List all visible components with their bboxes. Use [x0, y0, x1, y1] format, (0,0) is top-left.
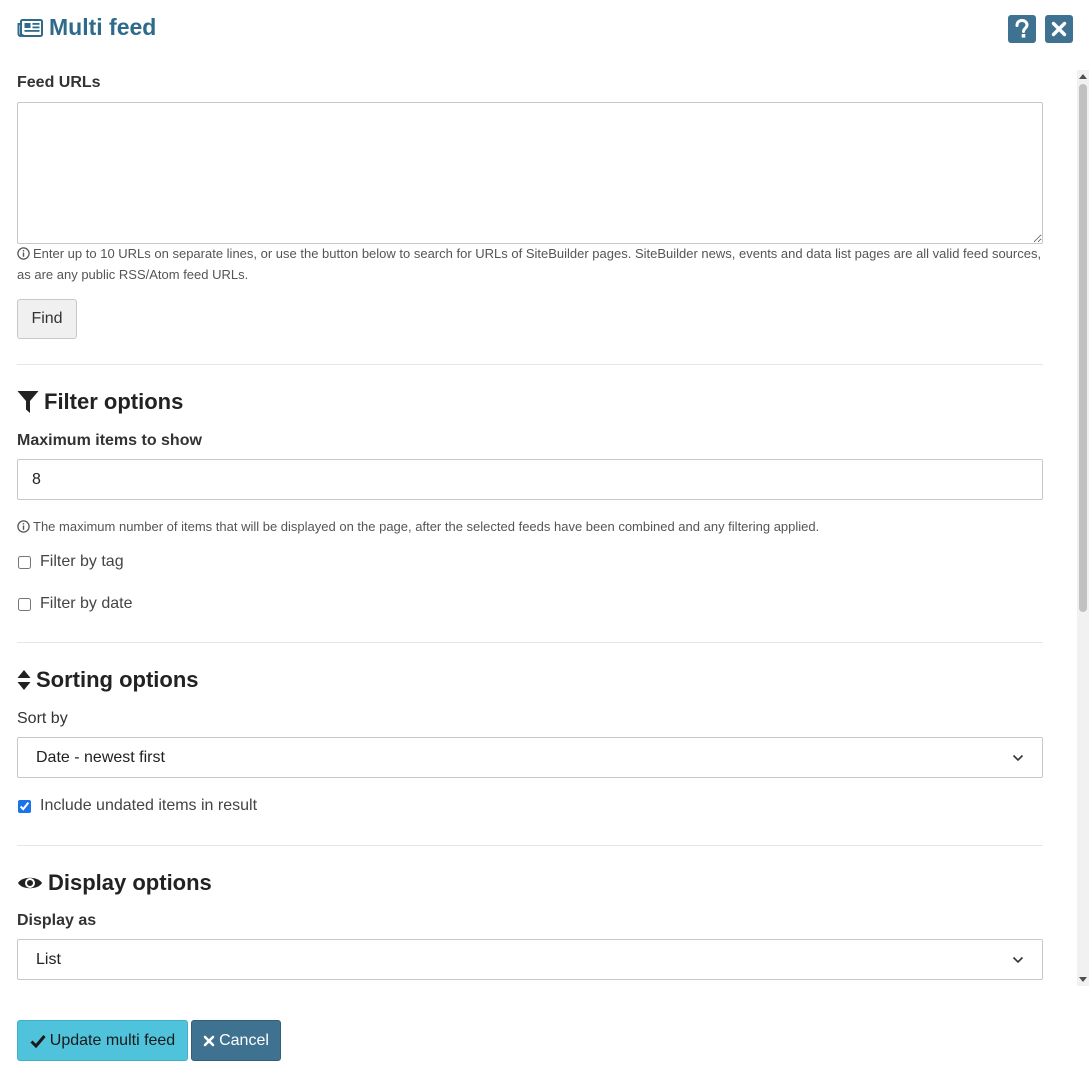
- display-as-select[interactable]: List: [17, 939, 1043, 980]
- max-items-label: Maximum items to show: [17, 432, 202, 449]
- display-as-label: Display as: [17, 912, 97, 929]
- check-icon: [30, 1034, 46, 1048]
- sort-by-select[interactable]: Date - newest first: [17, 737, 1043, 778]
- section-divider: [17, 845, 1043, 846]
- info-icon: [17, 247, 30, 260]
- cancel-label: Cancel: [219, 1031, 269, 1049]
- filter-icon: [17, 391, 39, 413]
- dialog-header: Multi feed: [0, 0, 1089, 60]
- sorting-options-title: Sorting options: [36, 667, 199, 692]
- feed-urls-textarea[interactable]: [17, 102, 1043, 244]
- section-divider: [17, 364, 1043, 365]
- sorting-options-heading: Sorting options: [17, 667, 199, 693]
- chevron-down-icon: [1012, 754, 1024, 761]
- filter-by-date-label: Filter by date: [40, 595, 133, 612]
- include-undated-checkbox[interactable]: [18, 799, 31, 813]
- feed-urls-help-text: Enter up to 10 URLs on separate lines, o…: [17, 246, 1042, 282]
- close-button[interactable]: [1045, 15, 1073, 43]
- include-undated-row[interactable]: Include undated items in result: [17, 797, 257, 815]
- include-undated-label: Include undated items in result: [40, 797, 258, 814]
- newspaper-icon: [17, 18, 43, 37]
- question-icon: [1015, 19, 1029, 38]
- dialog-body: Feed URLs Enter up to 10 URLs on separat…: [0, 70, 1089, 986]
- feed-urls-label: Feed URLs: [17, 74, 101, 91]
- display-options-heading: Display options: [17, 870, 212, 896]
- dialog-title-text: Multi feed: [49, 14, 157, 40]
- close-icon: [1051, 21, 1067, 37]
- scroll-up-arrow[interactable]: [1079, 74, 1087, 79]
- sort-icon: [17, 670, 31, 690]
- info-icon: [17, 520, 30, 533]
- dialog-title: Multi feed: [17, 14, 156, 41]
- chevron-down-icon: [1012, 956, 1024, 963]
- filter-by-date-row[interactable]: Filter by date: [17, 595, 132, 613]
- display-as-value: List: [36, 950, 61, 968]
- filter-options-heading: Filter options: [17, 389, 183, 415]
- filter-by-tag-checkbox[interactable]: [18, 555, 31, 569]
- scroll-down-arrow[interactable]: [1079, 977, 1087, 982]
- filter-by-tag-label: Filter by tag: [40, 553, 124, 570]
- filter-by-tag-row[interactable]: Filter by tag: [17, 553, 124, 571]
- filter-options-title: Filter options: [44, 389, 184, 414]
- help-button[interactable]: [1008, 15, 1036, 43]
- sort-by-value: Date - newest first: [36, 748, 165, 766]
- cancel-button[interactable]: Cancel: [191, 1020, 281, 1061]
- max-items-input[interactable]: [17, 459, 1043, 500]
- update-multi-feed-label: Update multi feed: [49, 1031, 176, 1049]
- close-icon: [203, 1035, 215, 1046]
- eye-icon: [18, 877, 42, 889]
- scroll-thumb[interactable]: [1079, 84, 1087, 612]
- max-items-help-text: The maximum number of items that will be…: [33, 519, 820, 534]
- feed-urls-help: Enter up to 10 URLs on separate lines, o…: [17, 243, 1043, 285]
- filter-by-date-checkbox[interactable]: [18, 597, 31, 611]
- body-scrollbar[interactable]: [1077, 70, 1089, 986]
- display-options-title: Display options: [48, 870, 212, 895]
- find-button[interactable]: Find: [17, 299, 77, 339]
- dialog-footer: Update multi feed Cancel: [0, 990, 1089, 1078]
- update-multi-feed-button[interactable]: Update multi feed: [17, 1020, 188, 1061]
- max-items-help: The maximum number of items that will be…: [17, 516, 1043, 537]
- sort-by-label: Sort by: [17, 710, 68, 727]
- section-divider: [17, 642, 1043, 643]
